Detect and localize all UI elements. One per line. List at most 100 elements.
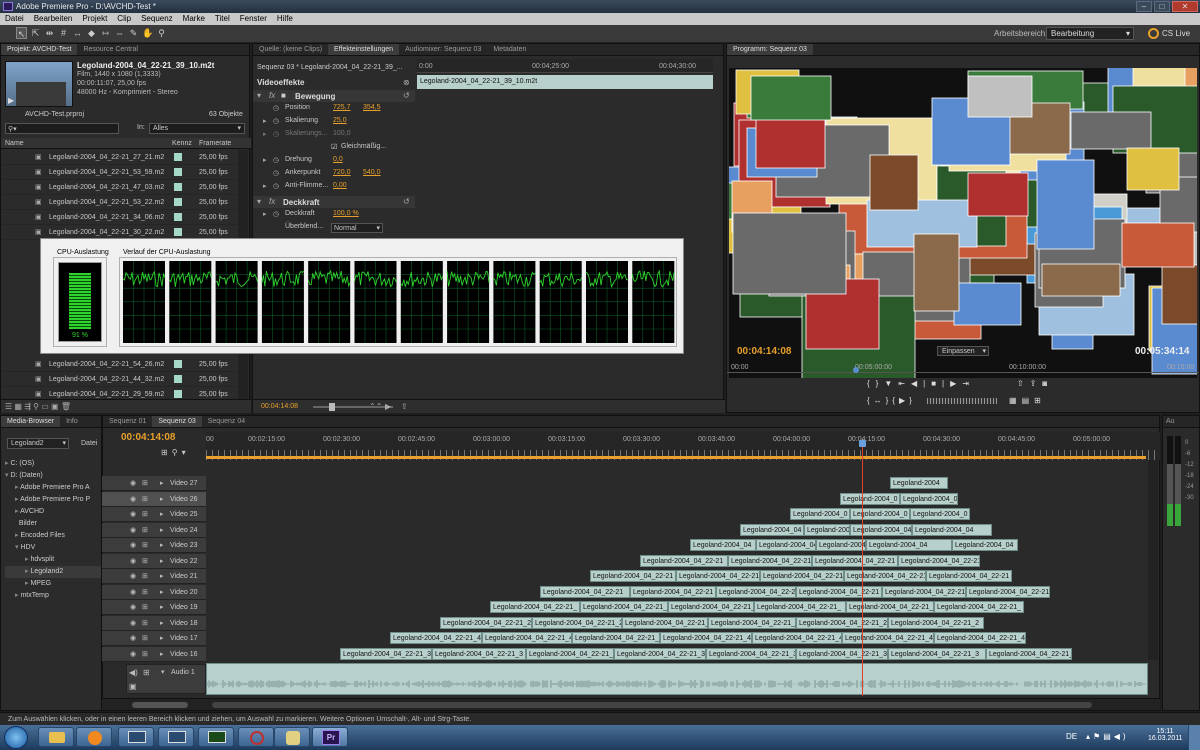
timeline-clip[interactable]: Legoland-2004_04_22-21_2 (796, 616, 888, 629)
hand-tool-icon[interactable]: ✋ (142, 27, 153, 39)
language-indicator[interactable]: DE (1066, 732, 1077, 741)
tab-program[interactable]: Programm: Sequenz 03 (727, 44, 813, 55)
timeline-clip[interactable]: Legoland-2004_04_22-21_4 (934, 632, 1026, 644)
video-track-header[interactable]: ◉ ⊞ ▸ Video 24 (102, 522, 206, 538)
video-track-header[interactable]: ◉ ⊞ ▸ Video 16 (102, 646, 206, 662)
timeline-clip[interactable]: Legoland-2004_04_22-21 (676, 570, 760, 582)
tab-resource-central[interactable]: Resource Central (77, 44, 143, 55)
stopwatch-icon[interactable]: ◷ (273, 117, 279, 125)
taskbar-paint-icon[interactable] (274, 727, 310, 747)
timeline-clip[interactable]: Legoland-2004_04_22-21_3 (614, 647, 706, 660)
timeline-clip[interactable]: Legoland-2004_04 (866, 539, 952, 551)
lift-icon[interactable]: ⇧ (1017, 379, 1030, 388)
sync-lock-icon[interactable]: ⊞ (142, 647, 148, 662)
list-item[interactable]: ▣ Legoland-2004_04_22-21_34_06.m2 25,00 fp… (1, 210, 237, 225)
jog-shuttle[interactable] (927, 398, 997, 404)
tray-flag-icon[interactable]: ⚑ (1093, 732, 1103, 741)
output-icon[interactable]: ▤ (1022, 396, 1035, 405)
audio-track-clips[interactable] (206, 663, 1148, 695)
timeline-clip[interactable]: Legoland-2004_04_22-21_3 (526, 647, 614, 660)
new-bin-icon[interactable]: ▭ (41, 402, 49, 411)
expand-triangle-icon[interactable]: ▸ (160, 523, 164, 538)
checkbox-checked-icon[interactable]: ☑ (331, 143, 337, 151)
eye-icon[interactable]: ◉ (130, 647, 136, 662)
anchor-x-value[interactable]: 720,0 (333, 169, 351, 176)
timeline-clip[interactable]: Legoland-2004 (890, 477, 948, 489)
timeline-clip[interactable]: Legoland-2004_04 (912, 523, 992, 536)
tab-sequence-04[interactable]: Sequenz 04 (202, 416, 251, 427)
tree-item[interactable]: ▸ Adobe Premiere Pro A (5, 482, 101, 494)
timeline-clip[interactable]: Legoland-2004_04_22-21 (926, 570, 1012, 582)
expand-triangle-icon[interactable]: ▸ (160, 569, 164, 584)
eye-icon[interactable]: ◉ (130, 569, 136, 584)
video-track-header[interactable]: ◉ ⊞ ▸ Video 18 (102, 615, 206, 631)
expand-triangle-icon[interactable]: ▸ (160, 600, 164, 615)
taskbar-explorer-icon[interactable] (38, 727, 74, 747)
tab-media-browser[interactable]: Media-Browser (1, 416, 61, 427)
timeline-clip[interactable]: Legoland-2004_04_22-21_ (580, 601, 668, 613)
list-item[interactable]: ▣ Legoland-2004_04_22-21_53_59.m2 25,00 fp… (1, 165, 237, 180)
speaker-icon[interactable]: ◀) (129, 668, 138, 677)
maximize-button[interactable]: □ (1154, 1, 1170, 12)
tab-effect-controls[interactable]: Effekteinstellungen (328, 44, 400, 55)
effects-timecode[interactable]: 00:04:14:08 (261, 403, 298, 410)
minimize-button[interactable]: – (1136, 1, 1152, 12)
tree-item[interactable]: Bilder (5, 518, 101, 530)
timeline-clip[interactable]: Legoland-2004_04_22-21_2 (440, 616, 532, 629)
stopwatch-icon[interactable]: ◷ (273, 182, 279, 190)
timeline-clip[interactable]: Legoland-2004_04_22-21 (844, 570, 926, 582)
show-desktop-button[interactable] (1188, 725, 1200, 750)
blend-dropdown[interactable]: Normal ▾ (331, 223, 383, 233)
tree-item[interactable]: ▸ Encoded Files (5, 530, 101, 542)
timeline-clip[interactable]: Legoland-2004_04_22-21_ (668, 601, 754, 613)
rolling-edit-tool-icon[interactable]: # (58, 27, 69, 39)
timeline-clip[interactable]: Legoland-2004_04_22-21_4 (660, 632, 752, 644)
search-in-dropdown[interactable]: Alles ▾ (149, 123, 245, 134)
tree-item[interactable]: ▸ MPEG (5, 578, 101, 590)
expand-triangle-icon[interactable]: ▸ (160, 476, 164, 491)
tray-clock[interactable]: 15:11 16.03.2011 (1148, 728, 1183, 742)
timeline-clip[interactable]: Legoland-2004_04 (850, 523, 912, 536)
timeline-clip[interactable]: Legoland-2004_04_22-21 (898, 554, 980, 567)
timeline-clip[interactable]: Legoland-2004_04 (952, 539, 1018, 551)
taskbar-snipping-icon[interactable] (238, 727, 274, 747)
ripple-edit-tool-icon[interactable]: ⇹ (44, 27, 55, 39)
tray-network-icon[interactable]: ▤ (1103, 732, 1114, 741)
expand-triangle-icon[interactable]: ▸ (263, 156, 267, 164)
tab-sequence-01[interactable]: Sequenz 01 (103, 416, 152, 427)
video-track-header[interactable]: ◉ ⊞ ▸ Video 26 (102, 491, 206, 507)
set-marker-icon[interactable]: ▼ (884, 379, 898, 388)
go-to-out-icon[interactable]: ⇥ (962, 379, 975, 388)
column-name[interactable]: Name (5, 138, 24, 149)
timeline-clip[interactable]: Legoland-2004_04_22-21 (966, 585, 1050, 598)
timeline-clip[interactable]: Legoland-2004_04_22-21 (760, 570, 844, 582)
tree-item[interactable]: ▸ mtxTemp (5, 590, 101, 602)
timeline-clip[interactable]: Legoland-2004_0 (910, 508, 970, 520)
timeline-clip[interactable]: Legoland-2004_04_22-21_3 (706, 647, 796, 660)
effects-clip-bar[interactable]: Legoland-2004_04_22-21_39_10.m2t (417, 75, 713, 89)
column-kennz[interactable]: Kennz (172, 138, 192, 149)
opacity-value[interactable]: 100,0 % (333, 210, 359, 217)
program-fit-dropdown[interactable]: Einpassen ▾ (937, 346, 989, 356)
eye-icon[interactable]: ◉ (130, 616, 136, 631)
menu-titel[interactable]: Titel (210, 14, 235, 23)
clip-options-icon[interactable]: ⊗ (403, 78, 410, 87)
timeline-scrollbar[interactable] (1148, 460, 1158, 660)
menu-hilfe[interactable]: Hilfe (272, 14, 298, 23)
anchor-y-value[interactable]: 540,0 (363, 169, 381, 176)
list-item[interactable]: ▣ Legoland-2004_04_22-21_47_03.m2 25,00 fp… (1, 180, 237, 195)
taskbar-task-manager-icon[interactable] (198, 727, 234, 747)
video-track-header[interactable]: ◉ ⊞ ▸ Video 25 (102, 507, 206, 522)
collapse-triangle-icon[interactable]: ▾ (257, 197, 261, 206)
mark-in-icon[interactable]: { (867, 379, 876, 388)
pen-tool-icon[interactable]: ✎ (128, 27, 139, 39)
trash-icon[interactable]: 🗑 (61, 402, 71, 411)
expand-triangle-icon[interactable]: ▸ (160, 631, 164, 646)
timeline-clip[interactable]: Legoland-2004_04_22-21_ (846, 601, 934, 613)
timeline-clip[interactable]: Legoland-2004_04_22-21 (590, 570, 676, 582)
play-stop-icon[interactable]: ■ (931, 379, 942, 388)
list-item[interactable]: ▣ Legoland-2004_04_22-21_27_21.m2 25,00 fp… (1, 150, 237, 165)
eye-icon[interactable]: ◉ (130, 631, 136, 646)
timeline-clip[interactable]: Legoland-2004_04_22-21_3 (340, 647, 432, 660)
play-icon[interactable]: ▶ (8, 96, 14, 105)
